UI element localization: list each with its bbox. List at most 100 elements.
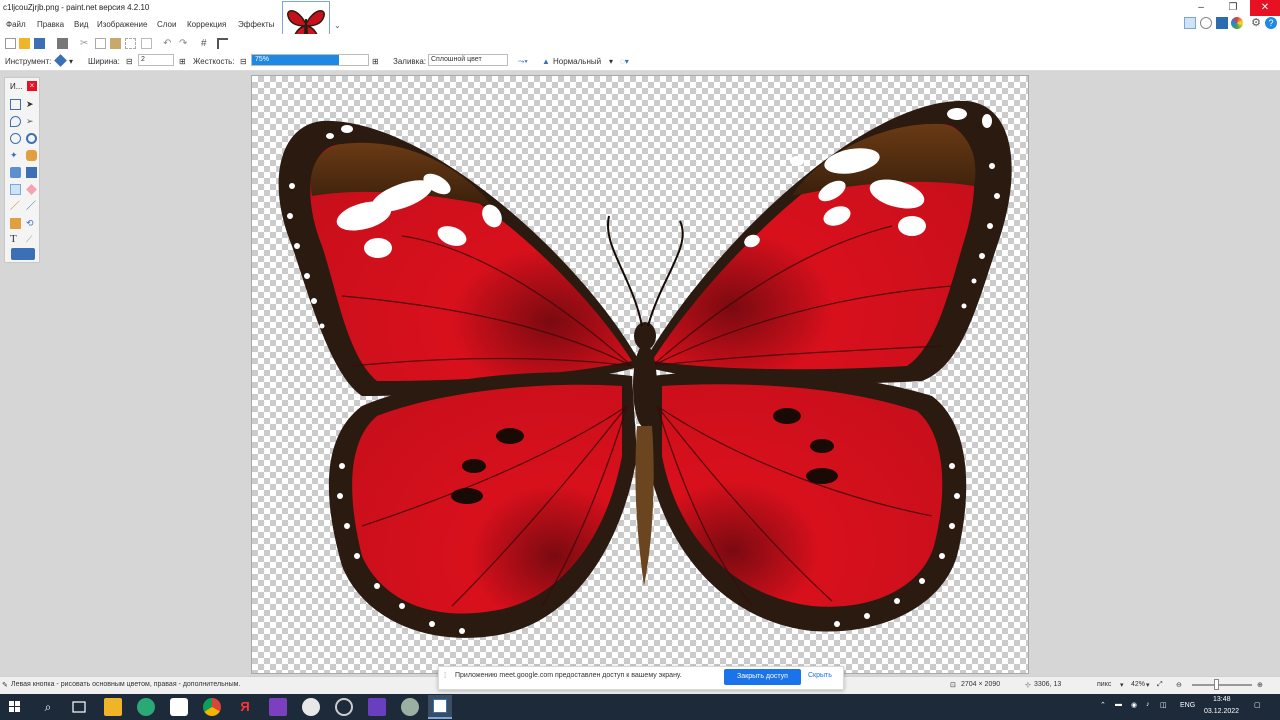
drag-handle-icon[interactable]: ⁞ — [444, 671, 446, 680]
pencil-icon[interactable]: ／ — [10, 201, 21, 212]
tray-icon-2[interactable]: ◉ — [1131, 701, 1137, 709]
antialias-icon[interactable]: ⤳▾ — [518, 57, 528, 67]
volume-icon[interactable]: ♪ — [1146, 701, 1150, 708]
zoom-icon[interactable] — [26, 133, 37, 144]
copy-icon[interactable] — [95, 38, 106, 49]
network-icon[interactable]: ◫ — [1160, 701, 1167, 709]
tray-chevron-icon[interactable]: ⌃ — [1100, 701, 1106, 709]
zoom-out-icon[interactable]: ⊖ — [1176, 681, 1182, 689]
layers-window-icon[interactable] — [1216, 17, 1228, 29]
app-icon[interactable] — [401, 698, 419, 716]
crop-icon[interactable] — [125, 38, 136, 49]
shapes-icon[interactable] — [11, 248, 35, 260]
text-tool-icon[interactable]: T — [10, 234, 21, 245]
tool-dropdown-icon[interactable]: ▾ — [69, 57, 73, 66]
units-select[interactable]: пикс — [1097, 681, 1111, 688]
stop-sharing-button[interactable]: Закрыть доступ — [724, 669, 801, 685]
visual-studio-2-icon[interactable] — [368, 698, 386, 716]
settings-gear-icon[interactable]: ⚙ — [1250, 17, 1262, 29]
ruler-icon[interactable] — [217, 38, 228, 49]
eraser-icon[interactable] — [26, 184, 37, 195]
search-icon[interactable]: ⌕ — [39, 698, 57, 716]
selection-mode-icon[interactable]: ◌▾ — [620, 57, 629, 66]
brush-width-input[interactable]: 2 — [138, 54, 174, 66]
store-icon[interactable] — [170, 698, 188, 716]
edge-browser-icon[interactable] — [137, 698, 155, 716]
notifications-icon[interactable]: ▢ — [1254, 701, 1261, 709]
magic-wand-icon[interactable]: ✦ — [10, 150, 21, 161]
close-button[interactable]: ✕ — [1250, 0, 1280, 16]
width-increase-icon[interactable]: ⊞ — [179, 57, 186, 66]
print-icon[interactable] — [57, 38, 68, 49]
clone-stamp-icon[interactable] — [10, 218, 21, 229]
fit-window-icon[interactable]: ⤢ — [1157, 681, 1163, 689]
zoom-value[interactable]: 42% — [1131, 681, 1145, 688]
ellipse-select-icon[interactable] — [10, 133, 21, 144]
hardness-slider[interactable]: 75% — [251, 54, 369, 66]
task-view-icon[interactable] — [70, 698, 88, 716]
tools-window-icon[interactable] — [1184, 17, 1196, 29]
paint-bucket-icon[interactable] — [10, 167, 21, 178]
fill-mode-select[interactable]: Сплошной цвет — [428, 54, 508, 66]
menu-image[interactable]: Изображение — [97, 20, 147, 29]
tabs-dropdown-icon[interactable]: ⌄ — [334, 21, 341, 30]
save-icon[interactable] — [34, 38, 45, 49]
hide-link[interactable]: Скрыть — [808, 672, 832, 679]
taskbar — [0, 694, 1280, 720]
colors-window-icon[interactable] — [1231, 17, 1243, 29]
recolor-icon[interactable]: ⟲ — [26, 218, 37, 229]
deselect-icon[interactable] — [141, 38, 152, 49]
move-selection-icon[interactable]: ➢ — [26, 116, 37, 127]
rectangle-select-icon[interactable] — [10, 99, 21, 110]
blend-dropdown-icon[interactable]: ▾ — [609, 57, 613, 66]
visual-studio-icon[interactable] — [269, 698, 287, 716]
clock-time[interactable]: 13:48 — [1213, 696, 1231, 703]
lasso-icon[interactable] — [10, 116, 21, 127]
line-curve-icon[interactable]: ⟋ — [26, 234, 37, 245]
clock-date[interactable]: 03.12.2022 — [1204, 708, 1239, 715]
open-folder-icon[interactable] — [19, 38, 30, 49]
menu-layers[interactable]: Слои — [157, 20, 176, 29]
chrome-icon[interactable] — [203, 698, 221, 716]
menu-file[interactable]: Файл — [6, 20, 26, 29]
history-window-icon[interactable] — [1200, 17, 1212, 29]
menu-edit[interactable]: Правка — [37, 20, 64, 29]
zoom-in-icon[interactable]: ⊕ — [1257, 681, 1263, 689]
zoom-dropdown-icon[interactable]: ▾ — [1146, 681, 1150, 689]
image-canvas[interactable] — [251, 75, 1029, 674]
pan-hand-icon[interactable] — [26, 150, 37, 161]
new-file-icon[interactable] — [5, 38, 16, 49]
menu-adjustments[interactable]: Коррекция — [187, 20, 226, 29]
redo-icon[interactable]: ↷ — [179, 38, 190, 49]
units-dropdown-icon[interactable]: ▾ — [1120, 681, 1124, 689]
width-decrease-icon[interactable]: ⊟ — [126, 57, 133, 66]
menu-effects[interactable]: Эффекты — [238, 20, 274, 29]
grid-icon[interactable]: # — [201, 38, 212, 49]
yandex-icon[interactable]: Я — [236, 698, 254, 716]
tray-app-icon[interactable]: ▬ — [1115, 701, 1122, 708]
restore-button[interactable]: ❐ — [1218, 0, 1248, 16]
zoom-slider[interactable] — [1192, 684, 1252, 686]
zoom-slider-thumb[interactable] — [1214, 679, 1219, 690]
move-selected-icon[interactable]: ➤ — [26, 99, 37, 110]
hardness-decrease-icon[interactable]: ⊟ — [240, 57, 247, 66]
tools-panel-close-icon[interactable]: × — [27, 81, 37, 91]
paintbrush-icon-active[interactable] — [10, 184, 21, 195]
paintnet-taskbar-icon-active[interactable] — [428, 695, 452, 719]
undo-icon[interactable]: ↶ — [163, 38, 174, 49]
hardness-increase-icon[interactable]: ⊞ — [372, 57, 379, 66]
yandex-browser-icon[interactable] — [302, 698, 320, 716]
paste-icon[interactable] — [110, 38, 121, 49]
minimize-button[interactable]: – — [1186, 0, 1216, 16]
language-indicator[interactable]: ENG — [1180, 702, 1195, 709]
blend-mode-select[interactable]: Нормальный — [553, 57, 601, 66]
help-icon[interactable]: ? — [1265, 17, 1277, 29]
color-picker-icon[interactable]: ／ — [26, 201, 37, 212]
brush-hint-icon: ✎ — [2, 682, 8, 689]
cut-icon[interactable]: ✂ — [80, 38, 91, 49]
file-explorer-icon[interactable] — [104, 698, 122, 716]
settings-app-icon[interactable] — [335, 698, 353, 716]
gradient-icon[interactable] — [26, 167, 37, 178]
windows-start-icon[interactable] — [6, 698, 24, 716]
menu-view[interactable]: Вид — [74, 20, 88, 29]
